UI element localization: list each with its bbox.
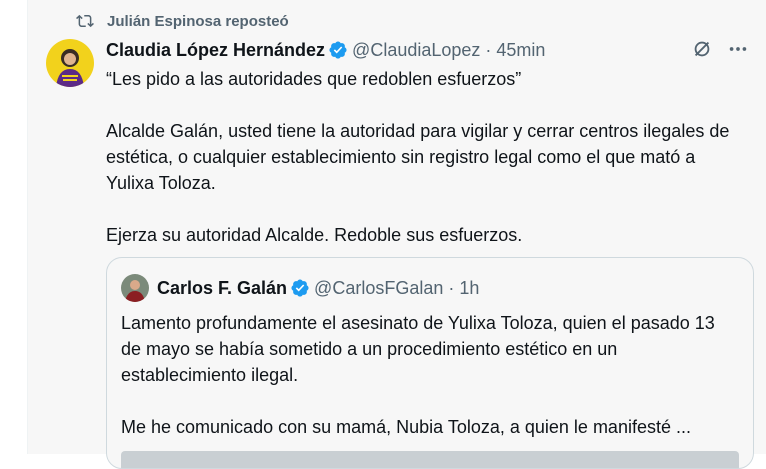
quoted-avatar	[121, 274, 149, 302]
quoted-text-line: Me he comunicado con su mamá, Nubia Tolo…	[121, 417, 691, 437]
repost-label[interactable]: Julián Espinosa reposteó	[107, 13, 289, 30]
tweet-text: “Les pido a las autoridades que redoblen…	[106, 66, 746, 248]
verified-badge-icon	[291, 279, 309, 297]
quoted-timestamp: 1h	[459, 277, 480, 298]
tweet-actions	[691, 38, 749, 60]
timestamp[interactable]: 45min	[496, 40, 545, 61]
repost-icon	[76, 14, 94, 28]
quoted-tweet-header: Carlos F. Galán @CarlosFGalan · 1h	[121, 274, 479, 302]
more-options-icon[interactable]	[727, 38, 749, 60]
quoted-tweet[interactable]: Carlos F. Galán @CarlosFGalan · 1h Lamen…	[106, 257, 754, 469]
separator-dot: ·	[448, 277, 455, 298]
quoted-author-handle: @CarlosFGalan	[314, 277, 444, 298]
verified-badge-icon	[329, 41, 347, 59]
quoted-text-line: Lamento profundamente el asesinato de Yu…	[121, 313, 715, 385]
repost-context: Julián Espinosa reposteó	[76, 9, 289, 33]
tweet-text-line: Ejerza su autoridad Alcalde. Redoble sus…	[106, 225, 523, 245]
tweet-card[interactable]: Julián Espinosa reposteó Claudia López H…	[27, 0, 766, 469]
tweet-text-line: “Les pido a las autoridades que redoblen…	[106, 69, 522, 89]
quoted-author-name: Carlos F. Galán	[157, 277, 288, 298]
quoted-tweet-text: Lamento profundamente el asesinato de Yu…	[121, 310, 739, 440]
tweet-text-line: Alcalde Galán, usted tiene la autoridad …	[106, 121, 730, 193]
tweet-header: Claudia López Hernández @ClaudiaLopez · …	[106, 38, 545, 62]
author-handle[interactable]: @ClaudiaLopez	[352, 40, 480, 61]
avatar[interactable]	[46, 39, 94, 87]
grok-icon[interactable]	[691, 38, 713, 60]
separator-dot: ·	[485, 39, 492, 60]
author-name[interactable]: Claudia López Hernández	[106, 40, 325, 61]
